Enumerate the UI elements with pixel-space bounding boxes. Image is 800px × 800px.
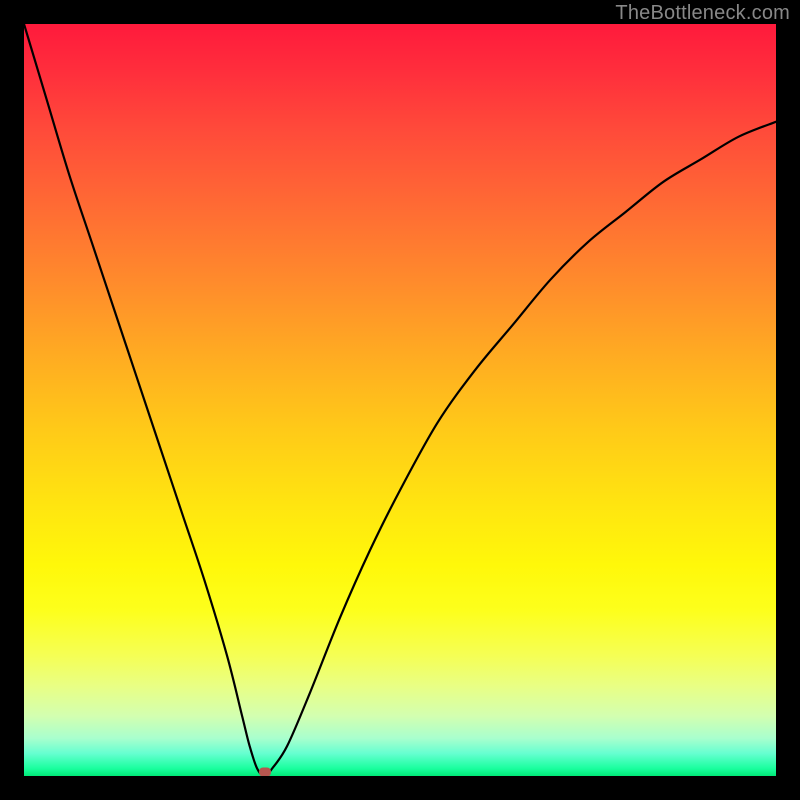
watermark-text: TheBottleneck.com [615, 2, 790, 25]
optimal-point-marker [259, 768, 271, 777]
plot-area [24, 24, 776, 776]
bottleneck-curve [24, 24, 776, 776]
chart-frame: TheBottleneck.com [0, 0, 800, 800]
